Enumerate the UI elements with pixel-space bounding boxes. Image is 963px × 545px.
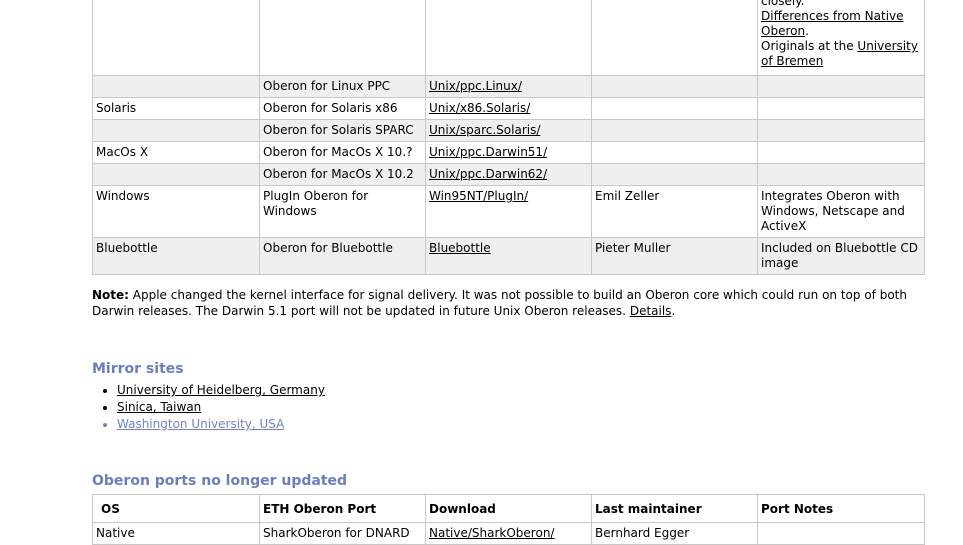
download-link[interactable]: Native/SharkOberon/: [429, 526, 554, 540]
download-link[interactable]: Unix/ppc.Linux/: [429, 79, 522, 93]
notes-text: .: [805, 24, 809, 38]
table-row: Oberon for Solaris SPARC Unix/sparc.Sola…: [92, 119, 925, 142]
download-cell: Unix/ppc.Darwin62/: [425, 163, 592, 186]
column-header-download: Download: [425, 494, 592, 523]
darwin-note: Note: Apple changed the kernel interface…: [92, 287, 922, 319]
download-cell: Unix/ppc.Darwin51/: [425, 141, 592, 164]
note-end: .: [671, 304, 676, 318]
download-cell: Win95NT/PlugIn/: [425, 185, 592, 238]
maintainer-cell: [591, 0, 758, 76]
download-cell: Unix/sparc.Solaris/: [425, 119, 592, 142]
table-row: closely. Differences from Native Oberon.…: [92, 0, 925, 76]
table-row: Oberon for MacOs X 10.2 Unix/ppc.Darwin6…: [92, 163, 925, 186]
mirror-list: University of Heidelberg, Germany Sinica…: [92, 382, 325, 433]
table-row: MacOs X Oberon for MacOs X 10.? Unix/ppc…: [92, 141, 925, 164]
notes-text: closely.: [761, 0, 805, 8]
os-cell: [92, 75, 260, 98]
mirror-link-sinica[interactable]: Sinica, Taiwan: [117, 400, 201, 414]
table-row: Native SharkOberon for DNARD Native/Shar…: [92, 522, 925, 545]
note-label: Note:: [92, 288, 129, 302]
column-header-port: ETH Oberon Port: [259, 494, 426, 523]
download-link[interactable]: Unix/sparc.Solaris/: [429, 123, 540, 137]
details-link[interactable]: Details: [630, 304, 672, 318]
port-cell: Oberon for MacOs X 10.?: [259, 141, 426, 164]
port-cell: SharkOberon for DNARD: [259, 522, 426, 545]
table-row: Oberon for Linux PPC Unix/ppc.Linux/: [92, 75, 925, 98]
notes-cell: [757, 163, 925, 186]
old-ports-table: OS ETH Oberon Port Download Last maintai…: [92, 494, 925, 545]
maintainer-cell: [591, 119, 758, 142]
os-cell: [92, 0, 260, 76]
list-item: Sinica, Taiwan: [117, 399, 325, 416]
old-ports-heading: Oberon ports no longer updated: [92, 473, 348, 489]
port-cell: Oberon for Bluebottle: [259, 237, 426, 275]
mirror-link-heidelberg[interactable]: University of Heidelberg, Germany: [117, 383, 325, 397]
port-cell: PlugIn Oberon for Windows: [259, 185, 426, 238]
notes-text: Originals at the: [761, 39, 858, 53]
download-link[interactable]: Win95NT/PlugIn/: [429, 189, 528, 203]
maintainer-cell: Pieter Muller: [591, 237, 758, 275]
os-cell: [92, 163, 260, 186]
download-link[interactable]: Bluebottle: [429, 241, 491, 255]
notes-cell: closely. Differences from Native Oberon.…: [757, 0, 925, 76]
download-link[interactable]: Unix/ppc.Darwin51/: [429, 145, 547, 159]
download-cell: Bluebottle: [425, 237, 592, 275]
table-row: Windows PlugIn Oberon for Windows Win95N…: [92, 185, 925, 238]
mirror-sites-heading: Mirror sites: [92, 361, 184, 377]
port-cell: Oberon for Solaris x86: [259, 97, 426, 120]
download-cell: Native/SharkOberon/: [425, 522, 592, 545]
maintainer-cell: [591, 97, 758, 120]
notes-cell: Included on Bluebottle CD image: [757, 237, 925, 275]
maintainer-cell: [591, 75, 758, 98]
download-link[interactable]: Unix/ppc.Darwin62/: [429, 167, 547, 181]
table-row: Solaris Oberon for Solaris x86 Unix/x86.…: [92, 97, 925, 120]
os-cell: MacOs X: [92, 141, 260, 164]
notes-cell: [757, 119, 925, 142]
port-cell: Oberon for Solaris SPARC: [259, 119, 426, 142]
list-item: University of Heidelberg, Germany: [117, 382, 325, 399]
download-cell: Unix/ppc.Linux/: [425, 75, 592, 98]
os-cell: Native: [92, 522, 260, 545]
port-cell: [259, 0, 426, 76]
ports-table: closely. Differences from Native Oberon.…: [92, 0, 925, 275]
mirror-link-washington[interactable]: Washington University, USA: [117, 417, 284, 431]
maintainer-cell: [591, 141, 758, 164]
port-cell: Oberon for MacOs X 10.2: [259, 163, 426, 186]
download-cell: Unix/x86.Solaris/: [425, 97, 592, 120]
notes-cell: Integrates Oberon with Windows, Netscape…: [757, 185, 925, 238]
column-header-os: OS: [92, 494, 260, 523]
maintainer-cell: Emil Zeller: [591, 185, 758, 238]
note-text: Apple changed the kernel interface for s…: [92, 288, 907, 318]
download-cell: [425, 0, 592, 76]
notes-cell: [757, 522, 925, 545]
differences-link[interactable]: Differences from Native Oberon: [761, 9, 904, 38]
os-cell: Solaris: [92, 97, 260, 120]
os-cell: [92, 119, 260, 142]
os-cell: Windows: [92, 185, 260, 238]
maintainer-cell: Bernhard Egger: [591, 522, 758, 545]
notes-cell: [757, 97, 925, 120]
notes-cell: [757, 141, 925, 164]
column-header-notes: Port Notes: [757, 494, 925, 523]
table-row: Bluebottle Oberon for Bluebottle Bluebot…: [92, 237, 925, 275]
download-link[interactable]: Unix/x86.Solaris/: [429, 101, 530, 115]
list-item: Washington University, USA: [117, 416, 325, 433]
notes-cell: [757, 75, 925, 98]
column-header-maintainer: Last maintainer: [591, 494, 758, 523]
maintainer-cell: [591, 163, 758, 186]
table-header-row: OS ETH Oberon Port Download Last maintai…: [92, 494, 925, 523]
port-cell: Oberon for Linux PPC: [259, 75, 426, 98]
os-cell: Bluebottle: [92, 237, 260, 275]
